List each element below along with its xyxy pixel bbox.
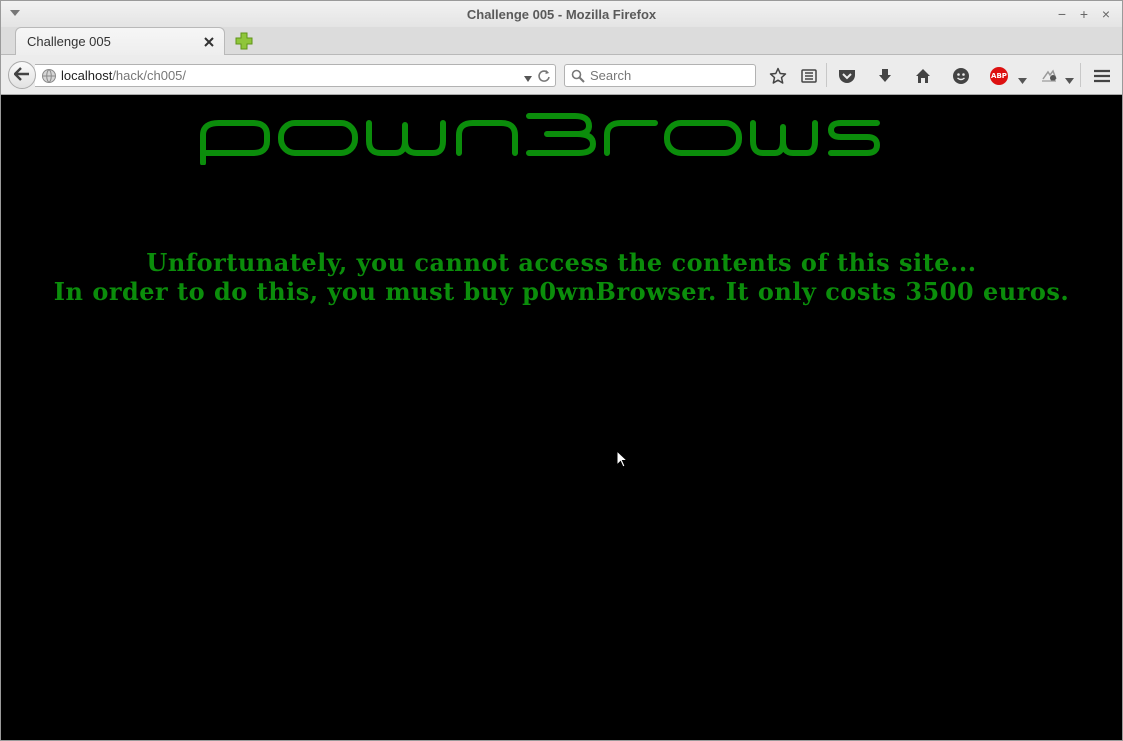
back-button[interactable]	[8, 61, 36, 89]
back-icon	[13, 66, 30, 84]
home-icon[interactable]	[912, 65, 934, 87]
url-host: localhost	[61, 68, 113, 83]
navigation-toolbar: localhost/hack/ch005/ Search ABP	[1, 55, 1122, 95]
toolbar-separator	[1080, 63, 1081, 87]
reading-list-icon[interactable]	[798, 65, 820, 87]
hello-icon[interactable]	[950, 65, 972, 87]
message-line-2: In order to do this, you must buy p0wnBr…	[53, 277, 1070, 306]
minimize-button[interactable]: −	[1052, 4, 1072, 24]
mouse-cursor-icon	[616, 450, 628, 468]
bookmark-star-icon[interactable]	[767, 65, 789, 87]
pocket-icon[interactable]	[836, 65, 858, 87]
search-icon	[571, 69, 585, 83]
message-line-1: Unfortunately, you cannot access the con…	[146, 248, 977, 277]
toolbar-separator	[826, 63, 827, 87]
page-content: Unfortunately, you cannot access the con…	[1, 96, 1122, 740]
tab-challenge-005[interactable]: Challenge 005	[15, 27, 225, 55]
download-icon[interactable]	[874, 65, 896, 87]
adblock-label: ABP	[990, 67, 1008, 85]
url-dropdown-icon[interactable]	[523, 71, 533, 82]
tab-label: Challenge 005	[27, 34, 111, 49]
menu-icon[interactable]	[1091, 65, 1113, 87]
extension-icon[interactable]	[1038, 65, 1060, 87]
tab-close-icon[interactable]	[202, 35, 216, 49]
adblock-dropdown-icon[interactable]	[1018, 72, 1027, 84]
window-menu-icon[interactable]	[9, 7, 21, 19]
search-bar[interactable]	[564, 64, 756, 87]
title-bar: Challenge 005 - Mozilla Firefox − + ×	[1, 1, 1122, 27]
extension-dropdown-icon[interactable]	[1065, 72, 1074, 84]
url-bar[interactable]: localhost/hack/ch005/	[35, 64, 556, 87]
close-window-button[interactable]: ×	[1096, 4, 1116, 24]
new-tab-icon[interactable]	[235, 32, 253, 50]
url-path: /hack/ch005/	[112, 68, 187, 83]
browser-window: Challenge 005 - Mozilla Firefox − + × Ch…	[0, 0, 1123, 741]
search-input[interactable]	[590, 68, 750, 83]
maximize-button[interactable]: +	[1074, 4, 1094, 24]
tab-strip: Challenge 005	[1, 27, 1122, 55]
window-title: Challenge 005 - Mozilla Firefox	[466, 6, 657, 22]
adblock-icon[interactable]: ABP	[988, 65, 1010, 87]
reload-icon[interactable]	[537, 69, 551, 83]
globe-icon	[41, 68, 57, 84]
window-controls: − + ×	[1052, 4, 1116, 24]
p0wnbrowser-logo	[200, 113, 880, 165]
